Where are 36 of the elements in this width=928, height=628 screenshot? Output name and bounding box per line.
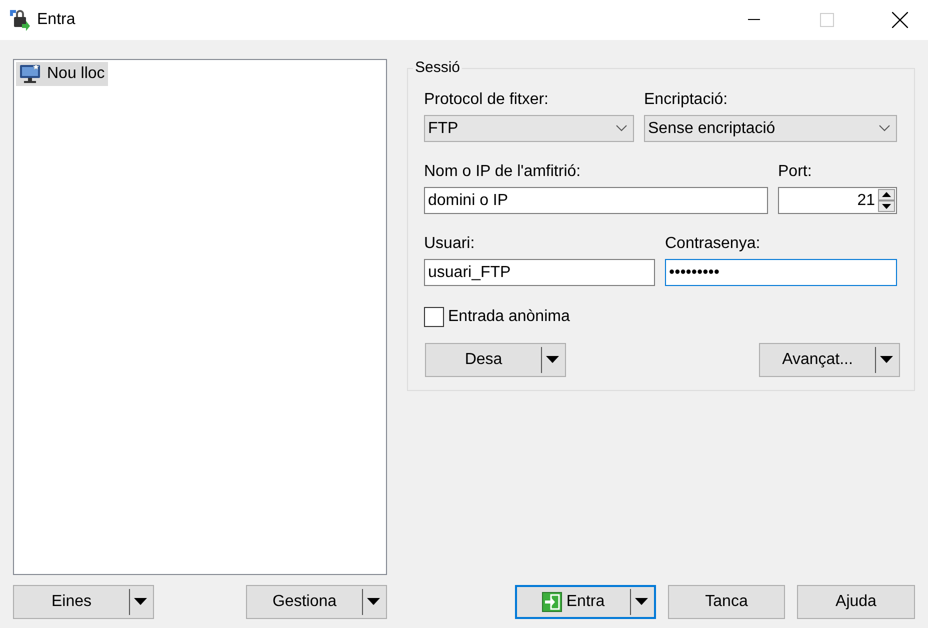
input-field[interactable]: domini o IP xyxy=(424,187,768,214)
caret-icon xyxy=(880,356,893,364)
padlock-icon xyxy=(8,8,30,32)
chevron-down-icon xyxy=(616,125,627,132)
caret-icon xyxy=(635,598,648,606)
minimize-icon[interactable] xyxy=(748,19,760,21)
close-icon[interactable] xyxy=(892,12,908,28)
split-button[interactable]: Avançat... xyxy=(759,343,900,377)
field-label: Protocol de fitxer: xyxy=(424,90,550,110)
enter-icon xyxy=(542,592,562,612)
input-field[interactable]: ••••••••• xyxy=(665,259,897,286)
button[interactable]: Ajuda xyxy=(797,585,915,619)
field-label: Contrasenya: xyxy=(665,234,762,254)
dropdown[interactable]: Sense encriptació xyxy=(644,115,897,142)
split-button[interactable]: Entra xyxy=(515,585,656,619)
tree-item[interactable]: Nou lloc xyxy=(16,62,108,86)
chevron-down-icon xyxy=(879,125,890,132)
monitor-icon xyxy=(19,64,41,84)
input-field[interactable]: usuari_FTP xyxy=(424,259,655,286)
checkbox[interactable] xyxy=(424,307,444,327)
checkbox-label: Entrada anònima xyxy=(448,307,570,327)
split-button[interactable]: Eines xyxy=(13,585,154,619)
split-button[interactable]: Gestiona xyxy=(246,585,387,619)
field-label: Encriptació: xyxy=(644,90,729,110)
button[interactable]: Tanca xyxy=(668,585,785,619)
field-label: Usuari: xyxy=(424,234,476,254)
caret-icon xyxy=(367,598,380,606)
window-title: Entra xyxy=(37,10,76,30)
split-button[interactable]: Desa xyxy=(425,343,566,377)
spinner-arrows-icon[interactable] xyxy=(878,189,895,212)
caret-icon xyxy=(546,356,559,364)
field-label: Port: xyxy=(778,162,813,182)
caret-icon xyxy=(134,598,147,606)
port-spinner[interactable]: 21 xyxy=(778,187,897,214)
field-label: Nom o IP de l'amfitrió: xyxy=(424,162,582,182)
dropdown[interactable]: FTP xyxy=(424,115,634,142)
